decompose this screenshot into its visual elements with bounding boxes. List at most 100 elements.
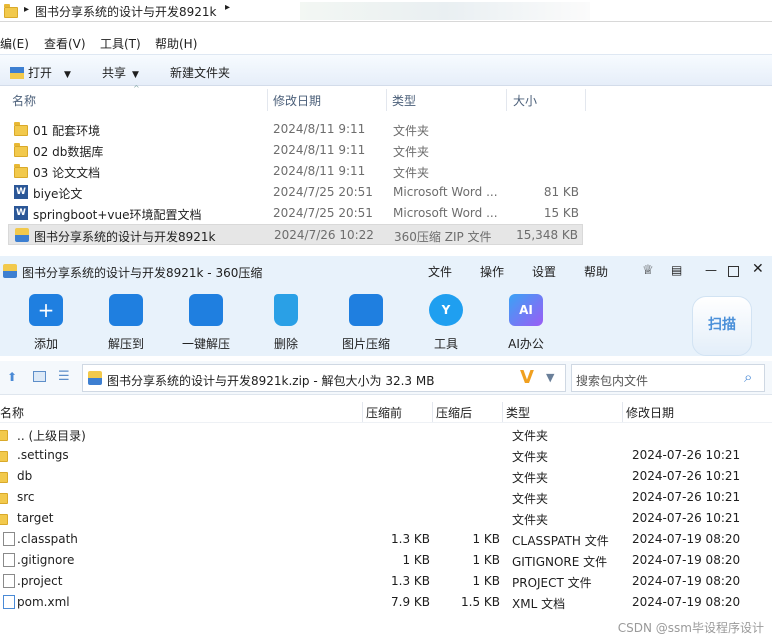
zip-file-type: GITIGNORE 文件 — [512, 555, 608, 569]
column-date[interactable]: 修改日期 — [273, 92, 321, 109]
file-row[interactable]: Wbiye论文 2024/7/25 20:51 Microsoft Word ...… — [8, 182, 583, 203]
new-folder-button[interactable]: 新建文件夹 — [170, 64, 230, 81]
zip-file-type: 文件夹 — [512, 492, 549, 506]
delete-icon — [274, 294, 298, 326]
menu-view[interactable]: 查看(V) — [44, 35, 86, 52]
zip-file-row[interactable]: .settings 文件夹 2024-07-26 10:21 — [0, 445, 772, 466]
share-button[interactable]: 共享 ▼ — [102, 64, 139, 81]
tool-label: 工具 — [433, 337, 458, 351]
tool-label: 图片压缩 — [341, 337, 390, 351]
file-row[interactable]: 02 db数据库 2024/8/11 9:11 文件夹 — [8, 140, 583, 161]
column-type[interactable]: 类型 — [392, 92, 416, 109]
list-view-icon[interactable]: ☰ — [58, 369, 70, 384]
zip-column-before[interactable]: 压缩前 — [366, 404, 402, 421]
tool-ai-office-button[interactable]: AI AI办公 — [494, 294, 558, 352]
scan-button[interactable]: 扫描 — [692, 296, 752, 356]
file-size: 15,348 KB — [516, 228, 578, 242]
zip-file-name: target — [17, 511, 54, 525]
zip-column-date[interactable]: 修改日期 — [626, 404, 674, 421]
zip-file-row[interactable]: target 文件夹 2024-07-26 10:21 — [0, 508, 772, 529]
zip-file-row[interactable]: src 文件夹 2024-07-26 10:21 — [0, 487, 772, 508]
column-size[interactable]: 大小 — [513, 92, 537, 109]
zip-column-name[interactable]: 名称 — [0, 404, 24, 421]
zip-app-icon — [3, 264, 17, 278]
zip-path-field[interactable]: 图书分享系统的设计与开发8921k.zip - 解包大小为 32.3 MB V … — [82, 364, 566, 392]
zip-file-type: 文件夹 — [512, 471, 549, 485]
sort-arrow-icon: ^ — [133, 84, 140, 93]
menu-tools[interactable]: 工具(T) — [100, 35, 141, 52]
feedback-icon[interactable]: ▤ — [671, 263, 682, 277]
zip-file-row[interactable]: db 文件夹 2024-07-26 10:21 — [0, 466, 772, 487]
maximize-icon[interactable] — [728, 266, 739, 277]
zip-file-row[interactable]: .project 1.3 KB 1 KB PROJECT 文件 2024-07-19 0… — [0, 571, 772, 592]
zip-file-date: 2024-07-26 10:21 — [632, 469, 741, 483]
file-row[interactable]: Wspringboot+vue环境配置文档 2024/7/25 20:51 Micr… — [8, 203, 583, 224]
zip-search-input[interactable]: 搜索包内文件 ⌕ — [571, 364, 765, 392]
tool-extract-to-button[interactable]: 解压到 — [94, 294, 158, 352]
v-badge-icon[interactable]: V — [520, 367, 534, 388]
zip-column-after[interactable]: 压缩后 — [436, 404, 472, 421]
word-doc-icon: W — [14, 185, 28, 199]
dropdown-icon: ▼ — [132, 70, 139, 80]
close-icon[interactable]: ✕ — [752, 261, 764, 277]
zip-menu-settings[interactable]: 设置 — [532, 263, 556, 280]
zip-file-name: .. (上级目录) — [17, 429, 86, 443]
open-button[interactable]: 打开 ▼ — [10, 64, 71, 81]
minimize-icon[interactable]: — — [705, 263, 717, 277]
zip-file-date: 2024-07-26 10:21 — [632, 490, 741, 504]
zip-file-type: 文件夹 — [512, 429, 549, 443]
zip-file-row[interactable]: .. (上级目录) 文件夹 — [0, 424, 772, 445]
breadcrumb[interactable]: 图书分享系统的设计与开发8921k — [35, 3, 217, 20]
file-type: 文件夹 — [393, 166, 430, 180]
zip-file-after: 1 KB — [472, 532, 500, 546]
tool-one-click-extract-button[interactable]: 一键解压 — [174, 294, 238, 352]
address-bar[interactable]: ▸ 图书分享系统的设计与开发8921k ▸ — [0, 0, 772, 22]
zip-file-date: 2024-07-19 08:20 — [632, 532, 741, 546]
file-name: 02 db数据库 — [33, 145, 104, 159]
file-size: 15 KB — [543, 206, 579, 220]
search-icon[interactable]: ⌕ — [744, 368, 752, 386]
file-size: 81 KB — [543, 185, 579, 199]
zip-menu-help[interactable]: 帮助 — [584, 263, 608, 280]
folder-icon — [0, 451, 8, 462]
zip-menu-operate[interactable]: 操作 — [480, 263, 504, 280]
tools-icon: Y — [429, 294, 463, 326]
zip-file-after: 1 KB — [472, 574, 500, 588]
menu-help[interactable]: 帮助(H) — [155, 35, 197, 52]
file-date: 2024/8/11 9:11 — [273, 122, 366, 136]
tool-label: 一键解压 — [181, 337, 230, 351]
zip-column-type[interactable]: 类型 — [506, 404, 530, 421]
file-date: 2024/7/25 20:51 — [273, 185, 373, 199]
thumbnail-view-icon[interactable] — [33, 371, 46, 382]
up-arrow-icon[interactable]: ⬆ — [7, 370, 17, 384]
file-row[interactable]: 图书分享系统的设计与开发8921k 2024/7/26 10:22 360压缩 ZI… — [8, 224, 583, 245]
dropdown-icon: ▼ — [64, 70, 71, 80]
image-compress-icon — [349, 294, 383, 326]
folder-icon — [0, 514, 8, 525]
tool-image-compress-button[interactable]: 图片压缩 — [334, 294, 398, 352]
skin-icon[interactable]: ♕ — [642, 263, 654, 278]
column-name[interactable]: 名称 — [12, 92, 36, 109]
word-doc-icon: W — [14, 206, 28, 220]
zip-file-row[interactable]: .gitignore 1 KB 1 KB GITIGNORE 文件 2024-07-19… — [0, 550, 772, 571]
zip-file-name: .settings — [17, 448, 69, 462]
tool-label: 删除 — [273, 337, 298, 351]
menu-edit[interactable]: 编(E) — [0, 35, 29, 52]
folder-icon — [14, 143, 28, 157]
file-type: 文件夹 — [393, 145, 430, 159]
chevron-right-icon: ▸ — [225, 2, 231, 13]
zip-icon — [15, 228, 29, 242]
tool-add-button[interactable]: + 添加 — [14, 294, 78, 352]
tool-tools-button[interactable]: Y 工具 — [414, 294, 478, 352]
file-row[interactable]: 03 论文文档 2024/8/11 9:11 文件夹 — [8, 161, 583, 182]
zip-file-row[interactable]: .classpath 1.3 KB 1 KB CLASSPATH 文件 2024-07-… — [0, 529, 772, 550]
dropdown-icon[interactable]: ▼ — [546, 371, 554, 384]
folder-icon — [14, 164, 28, 178]
zip-menu-file[interactable]: 文件 — [428, 263, 452, 280]
zip-file-row[interactable]: pom.xml 7.9 KB 1.5 KB XML 文档 2024-07-19 08:2… — [0, 592, 772, 613]
tool-delete-button[interactable]: 删除 — [254, 294, 318, 352]
file-row[interactable]: 01 配套环境 2024/8/11 9:11 文件夹 — [8, 119, 583, 140]
zip-column-header: 名称 压缩前 压缩后 类型 修改日期 — [0, 399, 772, 423]
file-type: Microsoft Word ... — [393, 185, 498, 199]
blurred-region — [300, 2, 590, 20]
